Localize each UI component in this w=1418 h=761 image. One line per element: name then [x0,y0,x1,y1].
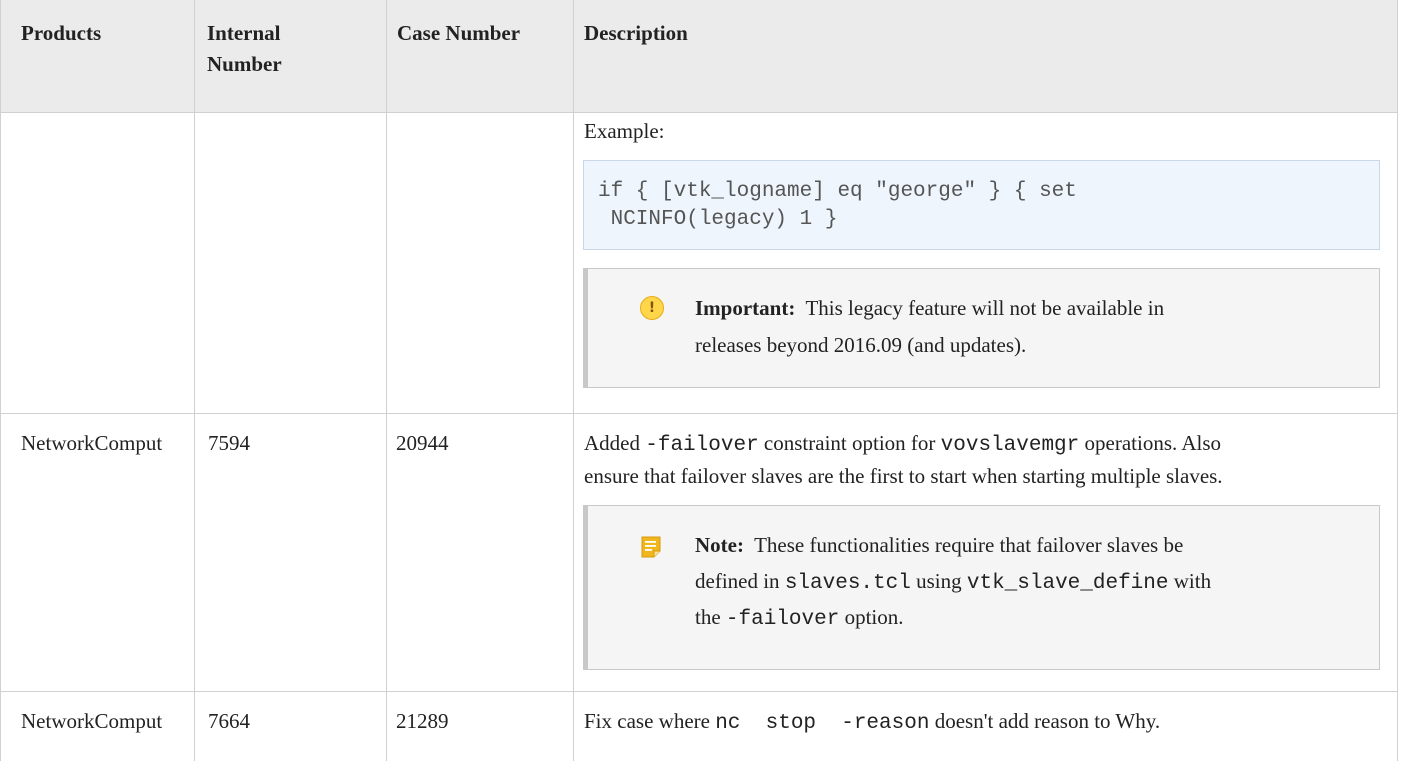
case-number-cell: 20944 [396,431,449,455]
inline-code: vtk_slave_define [966,572,1169,595]
code-line: NCINFO(legacy) 1 } [598,208,838,231]
internal-number-cell: 7664 [208,709,250,733]
table-border-right [1397,0,1398,761]
note-notice: Note: These functionalities require that… [583,505,1380,670]
header-description: Description [584,21,688,45]
description-line2: ensure that failover slaves are the firs… [584,464,1223,488]
note-text-line3: the -failover option. [695,605,904,631]
example-label: Example: [584,119,665,143]
important-text-line1: Important: This legacy feature will not … [695,296,1165,320]
row-divider [0,691,1398,692]
code-line: if { [vtk_logname] eq "george" } { set [598,180,1077,203]
note-text-line2: defined in slaves.tcl using vtk_slave_de… [695,569,1212,595]
note-text-line1: Note: These functionalities require that… [695,533,1184,557]
inline-code: -failover [645,434,759,457]
important-notice: ! Important: This legacy feature will no… [583,268,1380,388]
header-case-number: Case Number [397,21,521,45]
header-products: Products [21,21,102,45]
table-border-left [0,0,1,761]
product-cell: NetworkComput [21,709,163,733]
header-internal-number-line1: Internal [207,21,281,45]
description-line1: Fix case where nc stop -reason doesn't a… [584,709,1161,735]
important-label: Important: [695,296,796,320]
column-divider [386,0,387,761]
note-icon [641,536,661,558]
note-label: Note: [695,533,744,557]
internal-number-cell: 7594 [208,431,250,455]
product-cell: NetworkComput [21,431,163,455]
inline-code: vovslavemgr [940,434,1080,457]
column-divider [194,0,195,761]
header-internal-number: Internal Number [207,18,282,80]
row-divider [0,413,1398,414]
inline-code: nc stop -reason [715,712,930,735]
important-text-line2: releases beyond 2016.09 (and updates). [695,333,1027,357]
inline-code: slaves.tcl [784,572,911,595]
description-line1: Added -failover constraint option for vo… [584,431,1222,457]
code-example: if { [vtk_logname] eq "george" } { set N… [583,160,1380,250]
column-divider [573,0,574,761]
header-internal-number-line2: Number [207,52,282,76]
warning-icon: ! [640,296,664,320]
inline-code: -failover [725,608,840,631]
row-divider [0,112,1398,113]
case-number-cell: 21289 [396,709,449,733]
